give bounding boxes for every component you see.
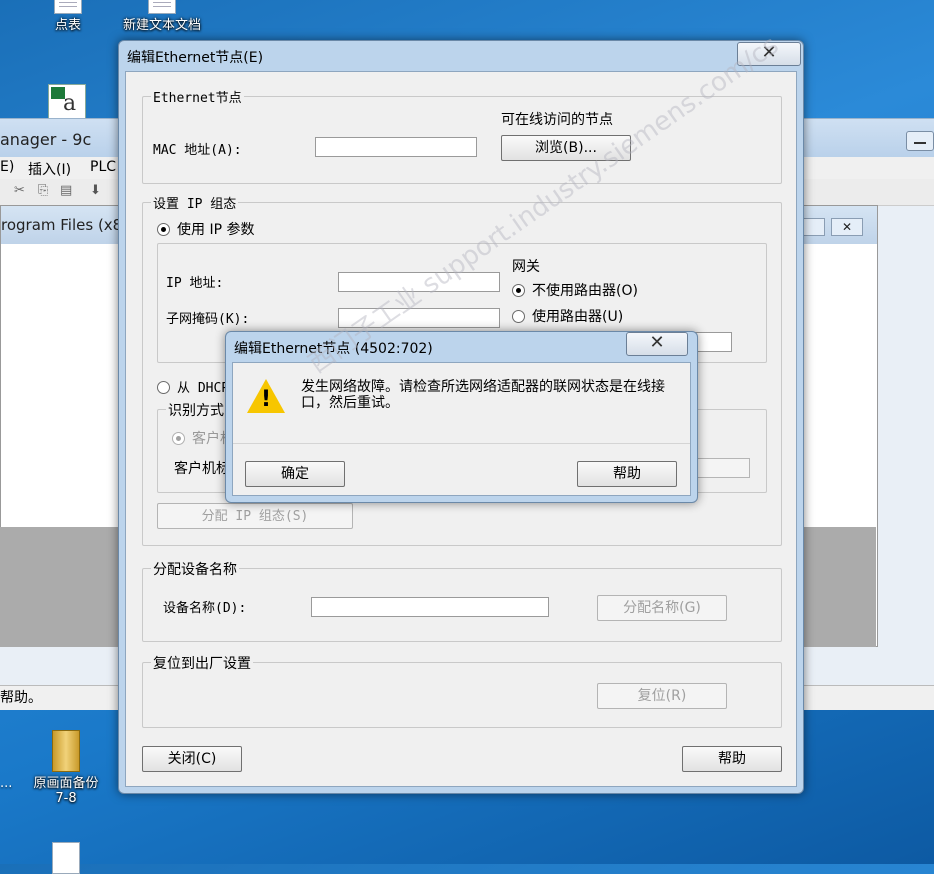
from-dhcp-label: 从 DHCP — [177, 381, 230, 396]
subnet-mask-input[interactable] — [338, 308, 500, 328]
restore-icon[interactable] — [801, 218, 825, 236]
client-id-label: 客户机标 — [174, 461, 230, 477]
excel-file-icon[interactable]: a — [48, 84, 86, 120]
error-dialog-close-button[interactable]: ✕ — [626, 332, 688, 356]
factory-reset-group: 复位到出厂设置 复位(R) — [142, 653, 782, 728]
use-ip-params-label: 使用 IP 参数 — [177, 222, 255, 238]
gateway-label: 网关 — [512, 259, 540, 275]
menu-item-insert[interactable]: 插入(I) — [28, 159, 71, 179]
download-icon[interactable]: ⬇ — [90, 183, 101, 198]
identify-label: 识别方式 — [166, 400, 226, 420]
assign-name-button[interactable]: 分配名称(G) — [597, 595, 727, 621]
ethernet-node-group: Ethernet节点 可在线访问的节点 MAC 地址(A): 浏览(B)... — [142, 87, 782, 184]
background-inner-title-text: rogram Files (x86 — [1, 216, 132, 234]
desktop-icon-points-table[interactable]: 点表 — [28, 0, 108, 33]
dialog-title: 编辑Ethernet节点(E) — [127, 50, 264, 66]
paste-icon[interactable]: ▤ — [60, 183, 72, 198]
warning-exclamation: ! — [260, 387, 272, 412]
file-icon-bottom[interactable] — [52, 842, 80, 874]
factory-reset-label: 复位到出厂设置 — [151, 653, 253, 673]
use-ip-params-radio[interactable] — [157, 223, 170, 236]
use-router-label: 使用路由器(U) — [532, 309, 624, 325]
network-error-dialog: 编辑Ethernet节点 (4502:702) ✕ ! 发生网络故障。请检查所选… — [225, 331, 698, 503]
ethernet-node-group-label: Ethernet节点 — [151, 87, 244, 106]
error-help-button[interactable]: 帮助 — [577, 461, 677, 487]
error-dialog-body: ! 发生网络故障。请检查所选网络适配器的联网状态是在线接口，然后重试。 确定 帮… — [232, 362, 691, 496]
ip-address-input[interactable] — [338, 272, 500, 292]
help-button[interactable]: 帮助 — [682, 746, 782, 772]
from-dhcp-radio[interactable] — [157, 381, 170, 394]
close-icon: ✕ — [649, 332, 665, 353]
minimize-icon[interactable] — [906, 131, 934, 151]
status-text: 帮助。 — [0, 690, 42, 706]
text-file-icon — [148, 0, 176, 14]
online-nodes-label: 可在线访问的节点 — [501, 112, 613, 128]
menu-item-plc[interactable]: PLC — [90, 159, 116, 175]
dialog-close-button[interactable]: ✕ — [737, 42, 801, 66]
folder-icon — [52, 730, 80, 772]
assign-device-name-label: 分配设备名称 — [151, 559, 239, 579]
desktop-icon-truncated[interactable]: ... — [0, 776, 12, 791]
close-icon[interactable]: ✕ — [831, 218, 863, 236]
device-name-input[interactable] — [311, 597, 549, 617]
error-dialog-divider — [233, 443, 690, 444]
ok-button[interactable]: 确定 — [245, 461, 345, 487]
close-button[interactable]: 关闭(C) — [142, 746, 242, 772]
error-message: 发生网络故障。请检查所选网络适配器的联网状态是在线接口，然后重试。 — [301, 379, 665, 411]
file-icon — [54, 0, 82, 14]
mac-address-input[interactable] — [315, 137, 477, 157]
close-icon: ✕ — [761, 42, 777, 63]
ip-address-label: IP 地址: — [166, 276, 224, 291]
desktop-icon-label: 原画面备份 7-8 — [33, 776, 99, 806]
client-id-input[interactable] — [694, 458, 750, 478]
assign-device-name-group: 分配设备名称 设备名称(D): 分配名称(G) — [142, 559, 782, 642]
assign-ip-config-button[interactable]: 分配 IP 组态(S) — [157, 503, 353, 529]
desktop-icon-new-text-doc[interactable]: 新建文本文档 — [112, 0, 212, 33]
cut-icon[interactable]: ✂ — [14, 183, 25, 198]
copy-icon[interactable]: ⎘ — [38, 183, 48, 198]
reset-button[interactable]: 复位(R) — [597, 683, 727, 709]
ip-config-group-label: 设置 IP 组态 — [151, 193, 239, 212]
background-app-title-text: anager - 9c — [0, 130, 92, 149]
device-name-label: 设备名称(D): — [163, 601, 247, 616]
subnet-mask-label: 子网掩码(K): — [166, 312, 250, 327]
desktop-icon-backup-folder[interactable]: 原画面备份 7-8 — [26, 730, 106, 806]
menu-item-edit[interactable]: E) — [0, 159, 14, 175]
desktop-icon-label: 新建文本文档 — [122, 18, 201, 33]
browse-button[interactable]: 浏览(B)... — [501, 135, 631, 161]
client-id-radio[interactable] — [172, 432, 185, 445]
error-dialog-title: 编辑Ethernet节点 (4502:702) — [234, 341, 433, 357]
mac-address-label: MAC 地址(A): — [153, 143, 242, 158]
no-router-radio[interactable] — [512, 284, 525, 297]
use-router-radio[interactable] — [512, 310, 525, 323]
no-router-label: 不使用路由器(O) — [532, 283, 638, 299]
desktop-icon-label: 点表 — [54, 18, 81, 33]
